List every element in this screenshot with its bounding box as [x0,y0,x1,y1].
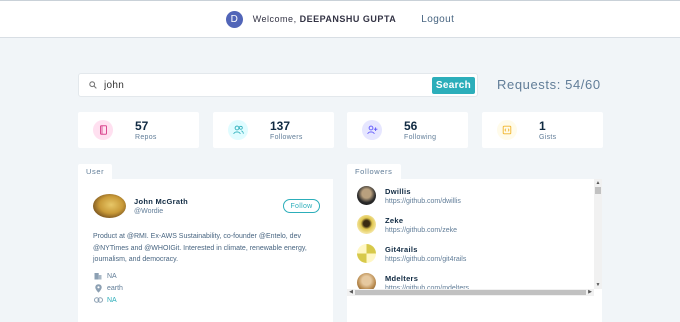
location-pin-icon [93,283,103,293]
stat-value: 1 [539,118,546,133]
stat-card-repos: 57 Repos [78,112,199,148]
link-icon [93,295,103,305]
logout-button[interactable]: Logout [421,14,454,25]
follow-button[interactable]: Follow [283,199,320,213]
scroll-right-arrow-icon[interactable]: ▶ [586,289,594,296]
follower-login: Zeke [385,215,404,225]
user-card-tab: User [78,164,113,179]
user-avatar: D [225,10,243,28]
user-blog[interactable]: NA [93,295,117,305]
user-name: John McGrath [134,197,189,206]
stat-value: 137 [270,118,291,133]
follower-item[interactable]: Dwillis https://github.com/dwillis [357,186,461,205]
code-icon [497,120,517,140]
scrollbar-thumb[interactable] [355,290,586,295]
user-location: earth [93,283,123,293]
search-input[interactable] [104,79,424,91]
followers-card: Dwillis https://github.com/dwillis Zeke … [347,179,602,322]
building-icon [93,271,103,281]
scroll-left-arrow-icon[interactable]: ◀ [347,289,355,296]
stat-value: 57 [135,118,149,133]
stat-card-followers: 137 Followers [213,112,334,148]
stat-card-following: 56 Following [347,112,468,148]
rate-limit-requests: Requests: 54/60 [497,77,601,92]
follower-url[interactable]: https://github.com/git4rails [385,256,466,263]
stat-value: 56 [404,118,418,133]
welcome-username: DEEPANSHU GUPTA [299,14,397,24]
follower-avatar [357,215,376,234]
follower-avatar [357,186,376,205]
user-photo [93,194,126,218]
stat-label: Gists [539,133,557,141]
user-bio: Product at @RMI. Ex-AWS Sustainability, … [93,233,307,263]
scroll-down-arrow-icon[interactable]: ▼ [594,281,602,289]
search-button[interactable]: Search [432,77,475,94]
user-company: NA [93,271,117,281]
follower-item[interactable]: Git4rails https://github.com/git4rails [357,244,466,263]
blog-link[interactable]: NA [107,297,117,304]
book-icon [93,120,113,140]
follower-login: Git4rails [385,244,418,254]
user-plus-icon [362,120,382,140]
search-icon [85,77,101,93]
welcome-message: Welcome, DEEPANSHU GUPTA [253,14,397,24]
follower-login: Dwillis [385,186,411,196]
users-icon [228,120,248,140]
scroll-up-arrow-icon[interactable]: ▲ [594,179,602,187]
stat-label: Repos [135,133,157,141]
top-navbar: D Welcome, DEEPANSHU GUPTA Logout [0,0,680,38]
follower-url[interactable]: https://github.com/dwillis [385,198,461,205]
follower-item[interactable]: Zeke https://github.com/zeke [357,215,457,234]
scrollbar-thumb[interactable] [595,187,601,194]
stat-card-gists: 1 Gists [482,112,603,148]
followers-horizontal-scrollbar[interactable]: ◀ ▶ [347,289,594,296]
user-handle: @Wordie [134,208,164,215]
follower-avatar [357,244,376,263]
stat-label: Followers [270,133,303,141]
follower-url[interactable]: https://github.com/zeke [385,227,457,234]
company-text: NA [107,272,117,280]
search-form: Search [78,73,478,97]
followers-list[interactable]: Dwillis https://github.com/dwillis Zeke … [347,179,602,296]
stat-label: Following [404,133,437,141]
followers-vertical-scrollbar[interactable]: ▲ ▼ [594,179,602,289]
follower-login: Mdelters [385,273,419,283]
user-card: John McGrath @Wordie Follow Product at @… [78,179,333,322]
followers-card-tab: Followers [347,164,401,179]
welcome-text: Welcome, [252,14,297,24]
location-text: earth [107,284,123,292]
